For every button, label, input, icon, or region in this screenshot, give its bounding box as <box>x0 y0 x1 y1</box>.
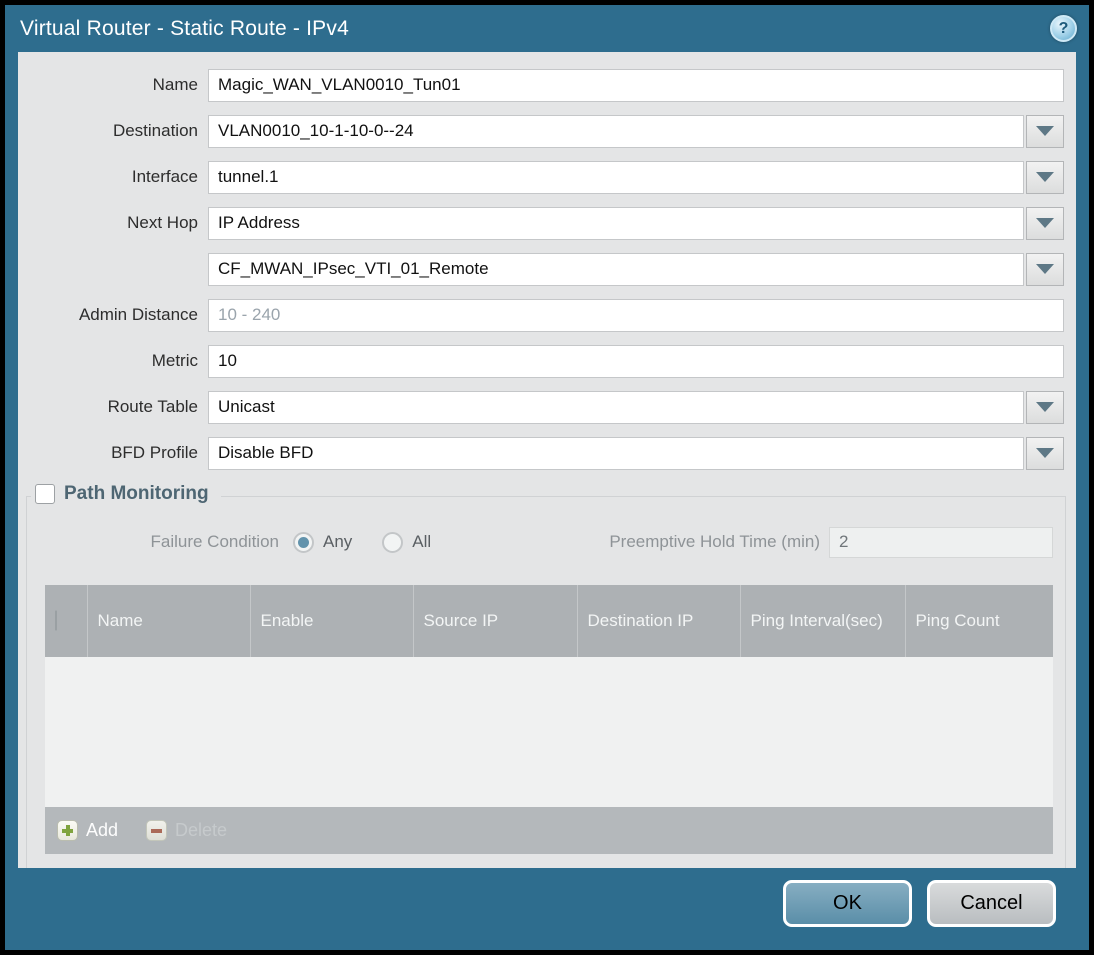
dialog-body: Name Destination Interface <box>18 52 1076 868</box>
chevron-down-icon <box>1036 264 1054 274</box>
failure-condition-row: Failure Condition Any All Preemptive Hol… <box>45 525 1053 559</box>
preemptive-hold-time-label: Preemptive Hold Time (min) <box>609 532 820 551</box>
plus-icon <box>57 820 78 841</box>
delete-button[interactable]: Delete <box>146 820 227 841</box>
dialog-titlebar: Virtual Router - Static Route - IPv4 ? <box>5 5 1089 52</box>
add-button-label: Add <box>86 820 119 840</box>
route-table-input[interactable] <box>208 390 1024 424</box>
bfd-profile-dropdown-button[interactable] <box>1026 436 1064 470</box>
failure-condition-any-radio[interactable]: Any <box>293 531 353 553</box>
failure-condition-all-radio[interactable]: All <box>382 531 432 553</box>
select-all-checkbox[interactable] <box>55 610 57 631</box>
help-icon[interactable]: ? <box>1050 15 1077 42</box>
column-header-source-ip[interactable]: Source IP <box>413 585 578 657</box>
form-row-bfd-profile: BFD Profile <box>18 436 1076 470</box>
column-header-ping-interval[interactable]: Ping Interval(sec) <box>740 585 906 657</box>
cancel-button[interactable]: Cancel <box>927 880 1056 927</box>
failure-condition-label: Failure Condition <box>150 532 279 551</box>
chevron-down-icon <box>1036 218 1054 228</box>
admin-distance-label: Admin Distance <box>78 305 198 324</box>
column-header-destination-ip[interactable]: Destination IP <box>577 585 741 657</box>
dialog-footer: OK Cancel <box>5 868 1089 950</box>
chevron-down-icon <box>1036 172 1054 182</box>
admin-distance-input[interactable] <box>208 298 1064 332</box>
chevron-down-icon <box>1036 448 1054 458</box>
add-button[interactable]: Add <box>57 820 118 841</box>
form-row-destination: Destination <box>18 114 1076 148</box>
metric-label: Metric <box>151 351 198 370</box>
next-hop-type-dropdown-button[interactable] <box>1026 206 1064 240</box>
path-monitoring-title: Path Monitoring <box>64 483 209 504</box>
table-header-row: Name Enable Source IP Destination IP Pin… <box>45 585 1053 657</box>
metric-input[interactable] <box>208 344 1064 378</box>
name-input[interactable] <box>208 68 1064 102</box>
interface-input[interactable] <box>208 160 1024 194</box>
destination-label: Destination <box>112 121 198 140</box>
interface-dropdown-button[interactable] <box>1026 160 1064 194</box>
table-footer-bar: Add Delete <box>45 807 1053 854</box>
form-row-name: Name <box>18 68 1076 102</box>
next-hop-address-dropdown-button[interactable] <box>1026 252 1064 286</box>
interface-label: Interface <box>131 167 198 186</box>
next-hop-type-input[interactable] <box>208 206 1024 240</box>
form-row-interface: Interface <box>18 160 1076 194</box>
form-row-next-hop-address <box>18 252 1076 286</box>
failure-condition-all-label: All <box>412 532 432 551</box>
bfd-profile-label: BFD Profile <box>111 443 198 462</box>
column-header-ping-count[interactable]: Ping Count <box>905 585 1053 657</box>
dialog-window: Virtual Router - Static Route - IPv4 ? N… <box>5 5 1089 950</box>
delete-button-label: Delete <box>175 820 228 840</box>
next-hop-label: Next Hop <box>127 213 198 232</box>
path-monitoring-table: Name Enable Source IP Destination IP Pin… <box>45 585 1053 807</box>
failure-condition-any-label: Any <box>323 532 353 551</box>
ok-button[interactable]: OK <box>783 880 912 927</box>
path-monitoring-checkbox[interactable] <box>35 484 55 504</box>
next-hop-address-input[interactable] <box>208 252 1024 286</box>
form-row-admin-distance: Admin Distance <box>18 298 1076 332</box>
form-row-metric: Metric <box>18 344 1076 378</box>
route-table-dropdown-button[interactable] <box>1026 390 1064 424</box>
path-monitoring-legend: Path Monitoring <box>31 483 221 505</box>
destination-dropdown-button[interactable] <box>1026 114 1064 148</box>
route-table-label: Route Table <box>107 397 198 416</box>
form-row-route-table: Route Table <box>18 390 1076 424</box>
path-monitoring-section: Path Monitoring Failure Condition Any Al… <box>26 483 1066 868</box>
destination-input[interactable] <box>208 114 1024 148</box>
form-row-next-hop: Next Hop <box>18 206 1076 240</box>
bfd-profile-input[interactable] <box>208 436 1024 470</box>
select-all-header-cell <box>45 585 88 657</box>
chevron-down-icon <box>1036 126 1054 136</box>
column-header-enable[interactable]: Enable <box>250 585 414 657</box>
dialog-title: Virtual Router - Static Route - IPv4 <box>20 16 349 40</box>
preemptive-hold-time-input[interactable] <box>829 526 1053 558</box>
screenshot-frame: Virtual Router - Static Route - IPv4 ? N… <box>0 0 1094 955</box>
chevron-down-icon <box>1036 402 1054 412</box>
table-empty-body <box>45 657 1053 807</box>
minus-icon <box>146 820 168 841</box>
name-label: Name <box>152 75 198 94</box>
table-empty-area <box>45 657 1053 807</box>
radio-selected-icon <box>293 531 314 553</box>
column-header-name[interactable]: Name <box>87 585 251 657</box>
radio-unselected-icon <box>382 531 404 553</box>
